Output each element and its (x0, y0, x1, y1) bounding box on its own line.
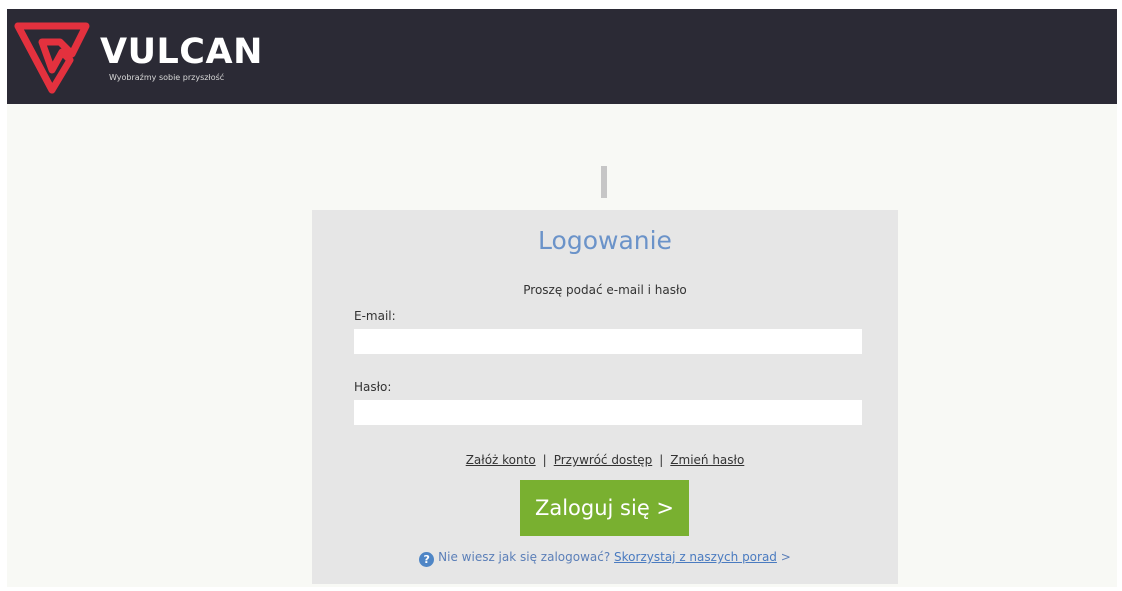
email-field[interactable] (354, 329, 862, 354)
login-panel: Logowanie Proszę podać e-mail i hasło E-… (312, 210, 898, 584)
password-label: Hasło: (354, 380, 392, 394)
vulcan-logo[interactable]: VULCAN Wyobraźmy sobie przyszłość (12, 18, 262, 94)
vulcan-logo-mark-icon (14, 22, 90, 94)
password-field[interactable] (354, 400, 862, 425)
link-separator: | (659, 453, 664, 467)
login-button[interactable]: Zaloguj się > (520, 480, 689, 536)
help-question-icon: ? (419, 552, 435, 567)
loading-indicator (601, 166, 607, 198)
help-row: ? Nie wiesz jak się zalogować? Skorzystaj… (312, 550, 898, 567)
help-arrow: > (780, 550, 791, 564)
help-tips-link[interactable]: Skorzystaj z naszych porad (614, 550, 777, 564)
page: VULCAN Wyobraźmy sobie przyszłość Logowa… (0, 0, 1122, 591)
login-subtitle: Proszę podać e-mail i hasło (523, 283, 687, 297)
change-password-link[interactable]: Zmień hasło (670, 453, 744, 467)
login-title: Logowanie (538, 226, 672, 255)
email-label: E-mail: (354, 309, 396, 323)
create-account-link[interactable]: Załóż konto (466, 453, 536, 467)
header-bar: VULCAN Wyobraźmy sobie przyszłość (7, 9, 1117, 104)
help-text: Nie wiesz jak się zalogować? (438, 550, 611, 564)
brand-name: VULCAN (100, 32, 263, 72)
link-separator: | (542, 453, 547, 467)
restore-access-link[interactable]: Przywróć dostęp (554, 453, 653, 467)
brand-tagline: Wyobraźmy sobie przyszłość (109, 73, 225, 82)
account-links: Załóż konto | Przywróć dostęp | Zmień hasło (312, 453, 898, 467)
